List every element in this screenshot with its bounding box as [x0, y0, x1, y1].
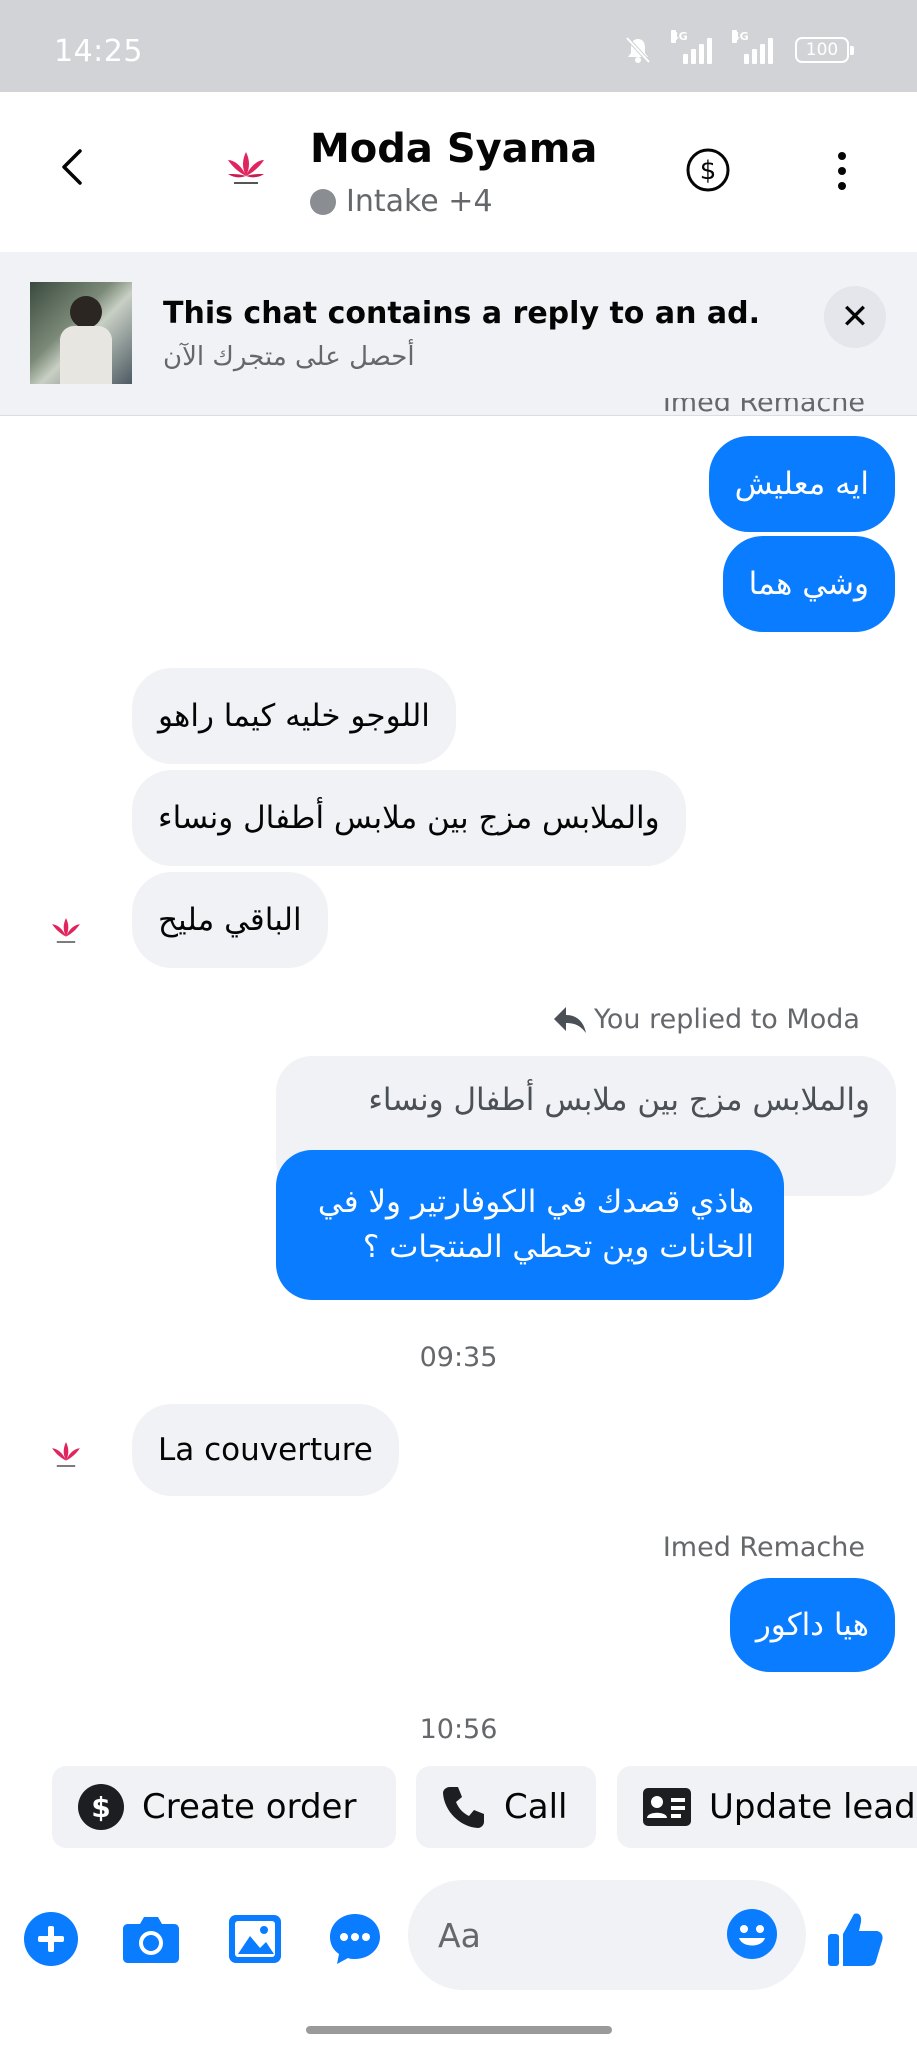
message-input[interactable]: Aa — [408, 1880, 806, 1990]
gallery-button[interactable] — [226, 1910, 284, 1968]
message-text: وشي هما — [748, 565, 869, 602]
message-text: والملابس مزج بين ملابس أطفال ونساء — [158, 799, 660, 836]
update-lead-label: Update lead — [709, 1787, 916, 1827]
sender-label: Imed Remache — [662, 1532, 865, 1563]
close-icon: ✕ — [840, 297, 870, 337]
lotus-logo-avatar[interactable] — [220, 144, 272, 196]
home-indicator[interactable] — [306, 2026, 612, 2034]
contact-card-icon — [643, 1788, 691, 1826]
more-vertical-icon — [838, 152, 846, 160]
camera-icon — [123, 1917, 179, 1963]
signal-2-icon: 4G — [732, 30, 773, 64]
network-type-1: 4G — [671, 30, 688, 43]
mute-bell-icon — [625, 36, 651, 64]
image-icon — [229, 1915, 281, 1963]
message-text: هيا داكور — [755, 1606, 869, 1643]
banner-title: This chat contains a reply to an ad. — [163, 296, 760, 331]
message-out[interactable]: وشي هما — [722, 536, 895, 632]
signal-1-icon: 4G — [671, 30, 712, 64]
message-out[interactable]: هاذي قصدك في الكوفارتير ولا في الخانات و… — [276, 1150, 784, 1300]
status-dot-icon — [310, 188, 336, 215]
svg-text:$: $ — [91, 1791, 110, 1824]
message-input-placeholder: Aa — [438, 1916, 481, 1955]
phone-icon — [443, 1787, 484, 1828]
battery-icon: 100 — [795, 37, 854, 63]
dollar-circle-icon: $ — [78, 1784, 124, 1830]
like-button[interactable] — [826, 1910, 884, 1968]
more-options-button[interactable] — [822, 148, 862, 194]
back-button[interactable] — [48, 142, 98, 192]
create-order-button[interactable]: $ Create order — [52, 1766, 396, 1848]
close-banner-button[interactable]: ✕ — [824, 286, 886, 348]
update-lead-button[interactable]: Update lead — [617, 1766, 917, 1848]
message-in[interactable]: La couverture — [132, 1404, 399, 1496]
svg-text:$: $ — [700, 156, 717, 186]
message-text: الباقي مليح — [158, 901, 302, 938]
message-out[interactable]: هيا داكور — [729, 1578, 895, 1672]
chat-title[interactable]: Moda Syama — [310, 126, 597, 172]
status-time: 14:25 — [54, 34, 143, 69]
emoji-icon[interactable] — [726, 1908, 778, 1960]
back-arrow-icon — [62, 149, 82, 185]
message-text: La couverture — [158, 1431, 373, 1468]
messenger-apps-button[interactable] — [326, 1910, 384, 1968]
create-order-label: Create order — [142, 1787, 357, 1827]
message-out[interactable]: ايه معليش — [708, 436, 895, 532]
quoted-text: والملابس مزج بين ملابس أطفال ونساء — [368, 1082, 870, 1118]
status-bar: 14:25 4G 4G 100 — [0, 0, 917, 92]
status-icons: 4G 4G 100 — [625, 30, 854, 64]
dollar-circle-icon[interactable]: $ — [684, 146, 732, 194]
message-text: اللوجو خليه كيما راهو — [158, 697, 430, 734]
timestamp: 10:56 — [419, 1714, 498, 1745]
message-text-line-2: الخانات وين تحطي المنتجات ؟ — [362, 1229, 754, 1265]
message-text-line-1: هاذي قصدك في الكوفارتير ولا في — [317, 1184, 754, 1221]
timestamp: 09:35 — [419, 1342, 498, 1373]
camera-button[interactable] — [122, 1910, 180, 1968]
ad-thumbnail — [30, 282, 132, 384]
chat-header: Moda Syama Intake +4 $ — [0, 92, 917, 252]
sender-avatar[interactable] — [46, 1436, 86, 1476]
ad-reply-banner[interactable]: This chat contains a reply to an ad. أحص… — [0, 252, 917, 416]
sender-label-cut: Imed Remache — [662, 398, 865, 418]
chat-bubble-dots-icon — [330, 1914, 380, 1964]
banner-subtitle: أحصل على متجرك الآن — [163, 342, 415, 372]
reply-label: You replied to Moda — [552, 1004, 860, 1035]
message-in[interactable]: والملابس مزج بين ملابس أطفال ونساء — [132, 770, 686, 866]
message-in[interactable]: الباقي مليح — [132, 872, 328, 968]
add-button[interactable] — [22, 1910, 80, 1968]
thumbs-up-icon — [828, 1913, 883, 1966]
chat-subtitle[interactable]: Intake +4 — [310, 184, 493, 219]
message-in[interactable]: اللوجو خليه كيما راهو — [132, 668, 456, 764]
call-label: Call — [504, 1787, 568, 1827]
call-button[interactable]: Call — [416, 1766, 596, 1848]
subtitle-text: Intake +4 — [346, 184, 493, 219]
sender-avatar[interactable] — [46, 912, 86, 952]
plus-circle-icon — [24, 1912, 78, 1966]
reply-arrow-icon — [554, 1006, 586, 1033]
network-type-2: 4G — [732, 30, 749, 43]
reply-label-text: You replied to Moda — [594, 1004, 860, 1035]
message-text: ايه معليش — [734, 465, 869, 502]
